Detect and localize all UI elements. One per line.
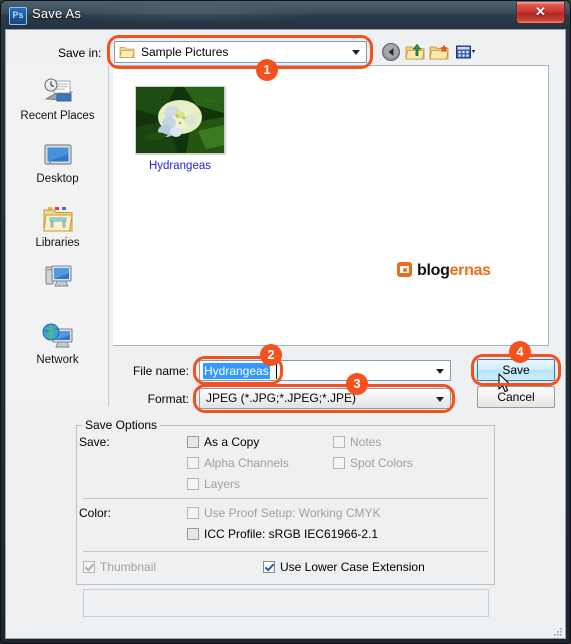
up-folder-icon[interactable] bbox=[404, 41, 426, 63]
title-bar-glow bbox=[61, 3, 321, 23]
file-list-panel[interactable]: Hydrangeas blogernas bbox=[113, 65, 549, 346]
bottom-text-field[interactable] bbox=[83, 589, 489, 617]
back-arrow-icon[interactable] bbox=[380, 41, 402, 63]
checkbox-box bbox=[187, 478, 199, 490]
checkbox-alpha-channels: Alpha Channels bbox=[187, 456, 289, 470]
save-in-label: Save in: bbox=[58, 46, 102, 60]
group-border-right bbox=[157, 425, 495, 426]
sidebar-item-label: Libraries bbox=[35, 237, 80, 249]
resize-grip-icon[interactable] bbox=[553, 627, 563, 637]
checkbox-box bbox=[333, 436, 345, 448]
computer-icon bbox=[45, 265, 72, 287]
checkbox-label: Spot Colors bbox=[350, 456, 413, 470]
save-in-combobox[interactable]: Sample Pictures bbox=[114, 41, 367, 63]
chevron-down-icon bbox=[436, 397, 444, 402]
checkbox-box bbox=[83, 561, 95, 573]
checkbox-layers: Layers bbox=[187, 477, 240, 491]
places-bar: Recent Places Desktop Libraries Network bbox=[6, 65, 109, 406]
format-value: JPEG (*.JPG;*.JPEG;*.JPE) bbox=[206, 391, 357, 405]
format-combobox[interactable]: JPEG (*.JPG;*.JPEG;*.JPE) bbox=[199, 388, 451, 409]
format-label: Format: bbox=[147, 392, 189, 406]
checkbox-label: Notes bbox=[350, 435, 382, 449]
checkbox-label: ICC Profile: sRGB IEC61966-2.1 bbox=[204, 527, 379, 541]
watermark-text-dark: blog bbox=[417, 262, 450, 279]
blogernas-watermark: blogernas bbox=[397, 262, 491, 280]
sidebar-item-libraries[interactable]: Libraries bbox=[6, 204, 109, 249]
checkbox-spot-colors: Spot Colors bbox=[333, 456, 413, 470]
hydrangeas-photo-thumbnail bbox=[135, 86, 225, 154]
file-name-value: Hydrangeas bbox=[203, 363, 270, 379]
file-name-label: File name: bbox=[132, 364, 189, 378]
list-item[interactable]: Hydrangeas bbox=[125, 86, 235, 172]
divider-color-bottom bbox=[83, 551, 488, 552]
window-title: Save As bbox=[32, 6, 82, 21]
libraries-folder-icon bbox=[42, 207, 73, 232]
sidebar-item-recent-places[interactable]: Recent Places bbox=[6, 77, 109, 122]
checkbox-thumbnail: Thumbnail bbox=[83, 560, 156, 574]
views-grid-icon[interactable] bbox=[454, 41, 476, 63]
cancel-button[interactable]: Cancel bbox=[477, 386, 555, 408]
save-options-title: Save Options bbox=[82, 418, 161, 432]
save-button[interactable]: Save bbox=[477, 359, 555, 381]
save-section-label: Save: bbox=[79, 435, 110, 449]
title-bar: Ps Save As ✕ bbox=[1, 1, 570, 29]
sidebar-item-label: Recent Places bbox=[20, 110, 95, 122]
checkbox-as-a-copy[interactable]: As a Copy bbox=[187, 435, 259, 449]
checkbox-box bbox=[187, 507, 199, 519]
close-button[interactable]: ✕ bbox=[516, 2, 565, 24]
color-section-label: Color: bbox=[79, 506, 112, 520]
recent-places-icon bbox=[43, 78, 73, 102]
sidebar-item-network[interactable]: Network bbox=[6, 321, 109, 366]
checkbox-label: Use Proof Setup: Working CMYK bbox=[204, 506, 381, 520]
checkbox-box bbox=[187, 457, 199, 469]
save-as-dialog-window: Ps Save As ✕ Save in: Sample Pictures Re… bbox=[0, 0, 571, 644]
divider-save-color bbox=[83, 498, 488, 499]
checkbox-use-lower-case-extension[interactable]: Use Lower Case Extension bbox=[263, 560, 425, 574]
sidebar-item-label: Desktop bbox=[36, 173, 79, 185]
sidebar-item-desktop[interactable]: Desktop bbox=[6, 140, 109, 185]
network-globe-icon bbox=[42, 323, 73, 348]
folder-icon bbox=[119, 47, 135, 58]
watermark-text-accent: ernas bbox=[449, 262, 492, 279]
chevron-down-icon bbox=[352, 50, 360, 55]
checkbox-box bbox=[333, 457, 345, 469]
desktop-monitor-icon bbox=[43, 144, 72, 165]
checkbox-box bbox=[263, 561, 275, 573]
checkbox-use-proof-setup: Use Proof Setup: Working CMYK bbox=[187, 506, 381, 520]
checkbox-box bbox=[187, 528, 199, 540]
sidebar-item-computer[interactable] bbox=[6, 261, 109, 294]
file-name-input[interactable]: Hydrangeas bbox=[199, 360, 451, 381]
checkbox-label: Thumbnail bbox=[100, 560, 157, 574]
blogernas-logo-icon bbox=[397, 262, 412, 277]
checkbox-label: Layers bbox=[204, 477, 241, 491]
new-folder-icon[interactable] bbox=[428, 41, 450, 63]
list-item-label: Hydrangeas bbox=[148, 160, 211, 172]
checkbox-label: Alpha Channels bbox=[204, 456, 289, 470]
save-in-value: Sample Pictures bbox=[141, 45, 229, 59]
checkbox-box bbox=[187, 436, 199, 448]
photoshop-ps-icon: Ps bbox=[9, 7, 27, 25]
text-caret bbox=[276, 363, 277, 379]
checkbox-label: Use Lower Case Extension bbox=[280, 560, 425, 574]
checkbox-notes: Notes bbox=[333, 435, 381, 449]
chevron-down-icon[interactable] bbox=[436, 369, 444, 374]
checkbox-label: As a Copy bbox=[204, 435, 260, 449]
checkbox-icc-profile[interactable]: ICC Profile: sRGB IEC61966-2.1 bbox=[187, 527, 378, 541]
